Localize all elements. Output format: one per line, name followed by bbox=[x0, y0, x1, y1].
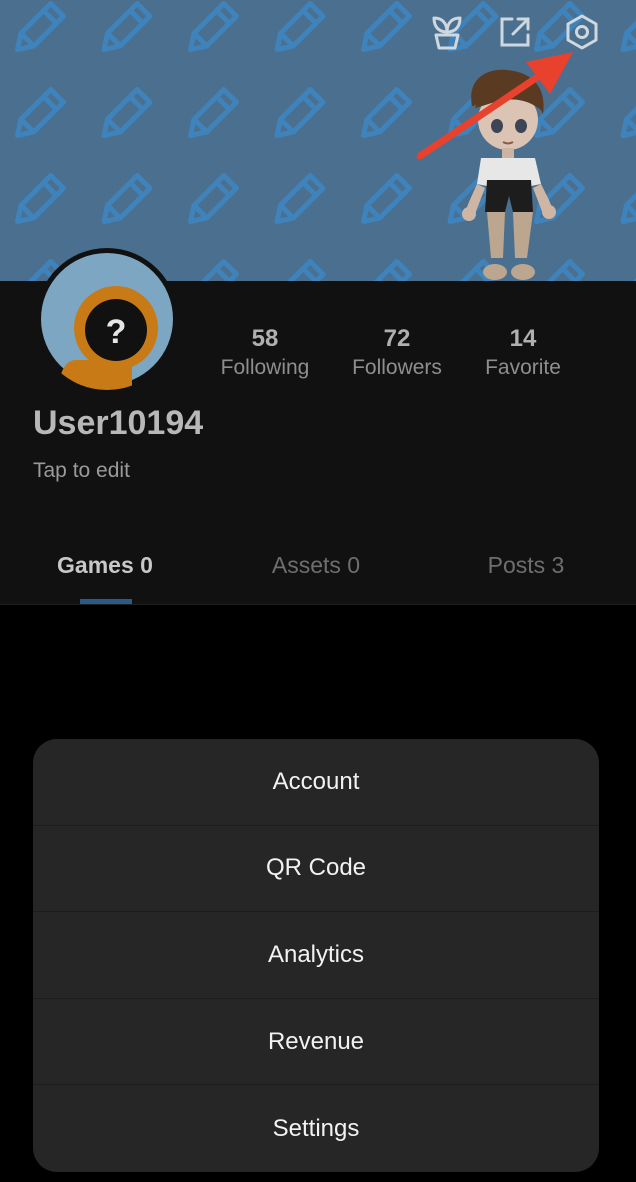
tab-games[interactable]: Games 0 bbox=[5, 552, 205, 579]
tab-assets[interactable]: Assets 0 bbox=[216, 552, 416, 579]
edit-profile-hint[interactable]: Tap to edit bbox=[33, 459, 130, 483]
menu-item-settings[interactable]: Settings bbox=[33, 1085, 599, 1172]
stat-label: Followers bbox=[352, 356, 442, 379]
sprout-icon[interactable] bbox=[427, 12, 467, 52]
action-sheet-menu: Account QR Code Analytics Revenue Settin… bbox=[33, 739, 599, 1172]
menu-item-qr-code[interactable]: QR Code bbox=[33, 826, 599, 913]
profile-banner bbox=[0, 0, 636, 281]
stat-value: 72 bbox=[383, 325, 411, 352]
stat-label: Favorite bbox=[485, 356, 561, 379]
stat-value: 14 bbox=[509, 325, 537, 352]
tabs-divider bbox=[0, 604, 636, 605]
menu-item-account[interactable]: Account bbox=[33, 739, 599, 826]
stat-label: Following bbox=[220, 356, 310, 379]
avatar[interactable]: ? bbox=[36, 248, 178, 390]
avatar-character-illustration bbox=[462, 69, 556, 280]
stat-followers[interactable]: 72 Followers bbox=[327, 324, 467, 382]
menu-item-analytics[interactable]: Analytics bbox=[33, 912, 599, 999]
tab-posts[interactable]: Posts 3 bbox=[426, 552, 626, 579]
menu-item-revenue[interactable]: Revenue bbox=[33, 999, 599, 1086]
stat-value: 58 bbox=[251, 325, 279, 352]
settings-gear-icon[interactable] bbox=[562, 12, 602, 52]
username[interactable]: User10194 bbox=[33, 404, 203, 443]
svg-text:?: ? bbox=[106, 313, 127, 351]
stat-favorite[interactable]: 14 Favorite bbox=[453, 324, 593, 382]
stat-following[interactable]: 58 Following bbox=[195, 324, 335, 382]
share-icon[interactable] bbox=[495, 12, 535, 52]
